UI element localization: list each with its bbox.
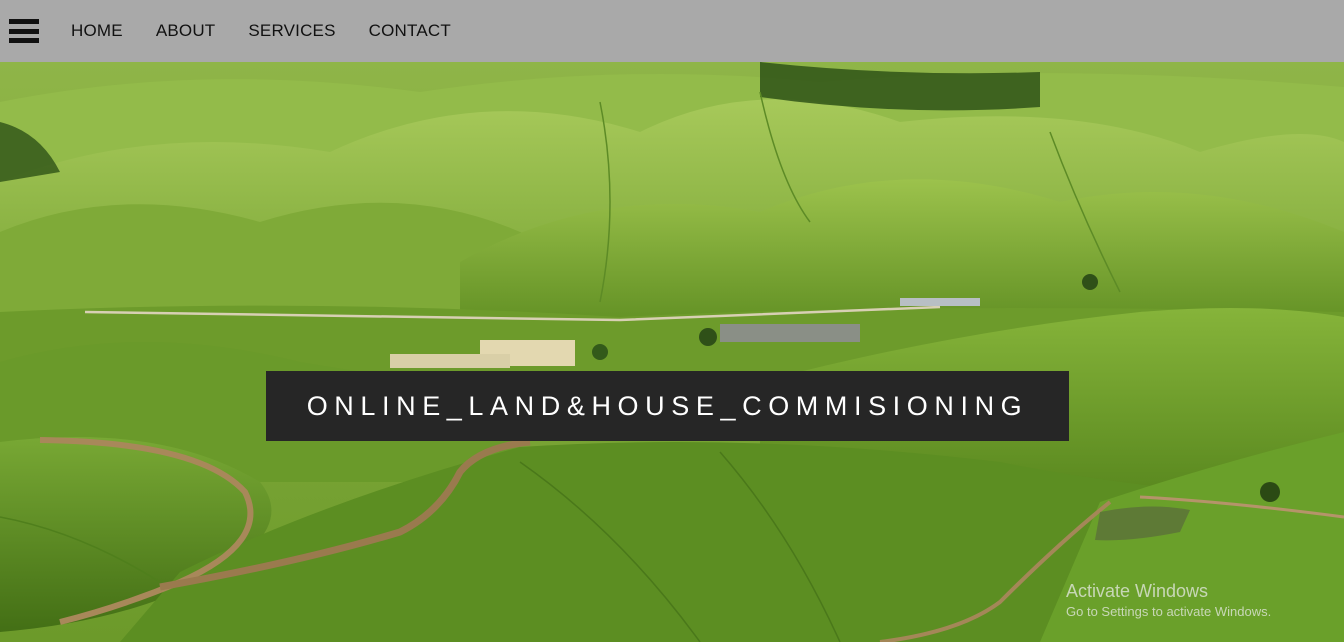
hills-landscape-illustration	[0, 62, 1344, 642]
activate-windows-watermark: Activate Windows Go to Settings to activ…	[1066, 580, 1271, 621]
hamburger-menu-icon[interactable]	[9, 19, 39, 43]
hero-background-image: Activate Windows Go to Settings to activ…	[0, 62, 1344, 642]
nav-link-services[interactable]: SERVICES	[248, 21, 335, 41]
nav-link-contact[interactable]: CONTACT	[369, 21, 451, 41]
page: HOME ABOUT SERVICES CONTACT Activate Win…	[0, 0, 1344, 642]
watermark-subtitle: Go to Settings to activate Windows.	[1066, 604, 1272, 619]
hero-title-box: ONLINE_LAND&HOUSE_COMMISIONING	[266, 371, 1069, 441]
nav-link-home[interactable]: HOME	[71, 21, 123, 41]
watermark-title: Activate Windows	[1066, 581, 1209, 601]
nav-link-about[interactable]: ABOUT	[156, 21, 216, 41]
hero-title: ONLINE_LAND&HOUSE_COMMISIONING	[306, 390, 1029, 421]
navbar: HOME ABOUT SERVICES CONTACT	[0, 0, 1344, 62]
